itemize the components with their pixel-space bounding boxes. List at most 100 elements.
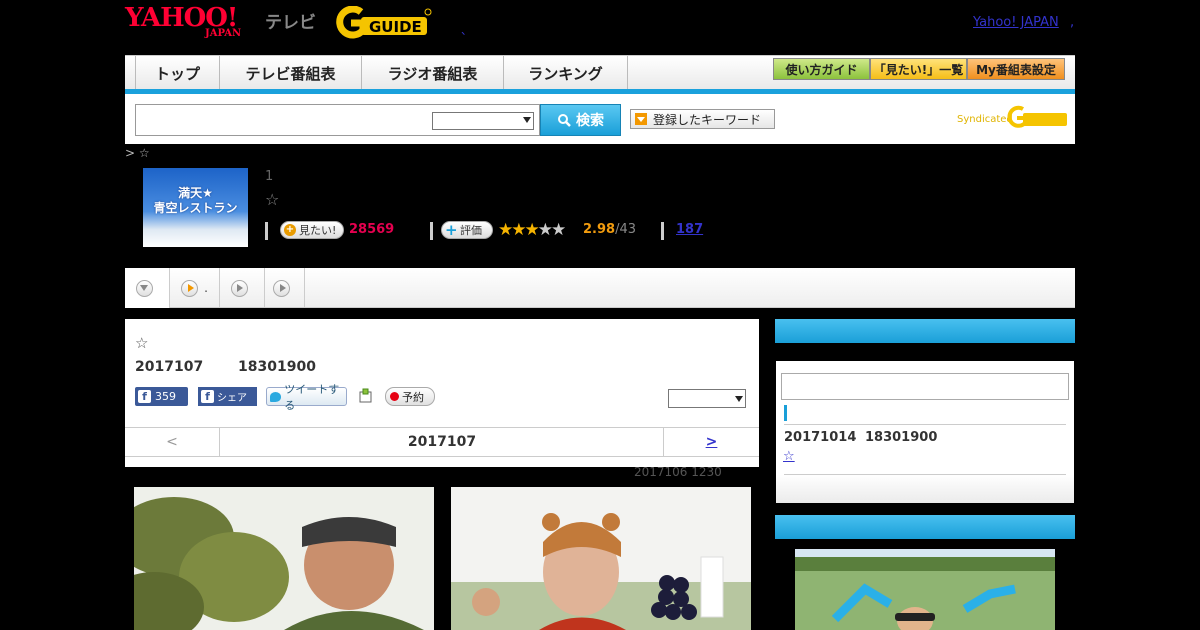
episode-pager: < 2017107 > [125,427,759,457]
section-marker [784,405,787,421]
photo-man-field [795,549,1055,630]
star-filled-icon: ★ [498,220,513,240]
pager-next[interactable]: > [663,428,759,456]
record-icon [390,392,399,401]
mitai-count: 28569 [349,222,395,237]
subtab-2[interactable]: . [170,268,220,308]
header-comma: , [1070,15,1075,30]
nav-tab-label: テレビ番組表 [245,64,336,83]
pager-prev[interactable]: < [125,428,220,456]
program-title-star: ☆ [265,190,280,209]
program-number: 1 [265,169,274,184]
search-category-select[interactable] [432,112,534,130]
subtab-1[interactable] [125,268,170,308]
review-count-link[interactable]: 187 [676,222,703,237]
pager-current: 2017107 [407,434,477,450]
star-empty-icon: ★ [537,220,553,240]
star-half-icon: ★ [524,220,540,240]
divider [784,474,1066,475]
usage-guide-button[interactable]: 使い方ガイド [773,58,870,80]
nav-tab-label: ランキング [528,64,603,83]
sidebar-input[interactable] [781,373,1069,400]
nav-tab-radio-schedule[interactable]: ラジオ番組表 [362,56,504,90]
subtab-3[interactable] [220,268,265,308]
sidebar-header-1 [775,319,1075,343]
program-thumbnail-title: 満天★ 青空レストラン [143,186,248,216]
search-button[interactable]: 検索 [540,104,621,136]
next-broadcast-link[interactable]: ☆ [783,449,795,464]
registered-keyword-button[interactable]: 登録したキーワード [630,109,775,129]
chevron-down-icon [523,117,531,123]
star-filled-icon: ★ [511,220,526,240]
mitai-button-label: 見たい! [299,224,337,237]
updated-timestamp: 2017106 1230 [634,465,722,479]
nav-tab-label: トップ [154,64,200,83]
registered-keyword-label: 登録したキーワード [653,112,762,127]
episode-photo-2[interactable] [451,487,751,630]
program-subtabs: . [125,268,1075,308]
main-nav: トップ テレビ番組表 ラジオ番組表 ランキング 使い方ガイド 「見たい!」一覧 … [125,55,1075,90]
rating-stars: ★★★★★ [498,220,566,240]
program-thumbnail[interactable]: 満天★ 青空レストラン [143,168,248,247]
watch-list-button[interactable]: 「見たい!」一覧 [870,58,967,80]
play-icon [181,279,199,297]
facebook-share-button[interactable]: f シェア [198,387,257,406]
rate-button-label: 評価 [460,224,482,237]
divider [661,222,664,240]
reserve-label: 予約 [402,390,424,404]
sidebar-header-2 [775,515,1075,539]
rating-score: 2.98/43 [583,222,636,237]
subtab-4[interactable] [265,268,305,308]
play-icon [230,279,248,297]
tv-logo-text[interactable]: テレビ [265,8,316,33]
thumb-title-line-2: 青空レストラン [153,201,238,215]
rate-button[interactable]: + 評価 [441,221,493,239]
divider [784,424,1066,425]
sidebar-photo[interactable] [795,549,1055,630]
thumb-title-line-1: 満天★ [178,186,213,200]
play-icon [273,279,290,297]
episode-date: 2017107 [135,359,204,375]
episode-select[interactable] [668,389,746,408]
yahoo-japan-link[interactable]: Yahoo! JAPAN [973,15,1059,30]
plus-icon: + [284,224,296,236]
nav-tab-tv-schedule[interactable]: テレビ番組表 [220,56,362,90]
episode-photo-1[interactable] [134,487,434,630]
breadcrumb[interactable]: > ☆ [125,146,150,160]
photo-woman-grapes [451,487,751,630]
rating-score-total: /43 [615,222,636,237]
share-label: シェア [217,393,247,404]
divider [430,222,433,240]
twitter-bird-icon [270,391,282,402]
facebook-icon: f [201,390,214,403]
facebook-like-button[interactable]: f 359 [135,387,188,406]
g-guide-logo[interactable]: GUIDE [333,6,433,40]
reserve-button[interactable]: 予約 [385,387,435,406]
tweet-label: ツイートする [284,382,340,412]
rating-score-value: 2.98 [583,222,616,237]
mitai-button[interactable]: + 見たい! [280,221,344,239]
chevron-down-icon [735,396,743,402]
nav-tab-ranking[interactable]: ランキング [504,56,628,90]
yahoo-japan-sublogo: JAPAN [205,28,242,39]
divider [265,222,268,240]
chevron-down-icon [135,279,153,297]
search-icon [558,114,571,127]
syndicated-g-guide-logo: Syndicated [957,105,1067,128]
subtab-label: . [204,281,208,295]
plus-icon: + [445,221,458,239]
next-broadcast-time: 18301900 [865,430,938,445]
svg-text:GUIDE: GUIDE [369,18,422,36]
star-empty-icon: ★ [551,220,566,240]
like-count: 359 [155,390,176,403]
syndicated-label: Syndicated [957,114,1013,125]
my-schedule-settings-button[interactable]: My番組表設定 [967,58,1065,80]
search-button-label: 検索 [576,113,604,129]
episode-time: 18301900 [238,359,316,375]
episode-title-star: ☆ [135,334,149,352]
tweet-button[interactable]: ツイートする [266,383,347,412]
clip-icon[interactable] [357,387,375,405]
header-dot: 、 [461,24,472,37]
next-broadcast-date: 20171014 [784,430,857,445]
nav-tab-top[interactable]: トップ [135,56,220,90]
